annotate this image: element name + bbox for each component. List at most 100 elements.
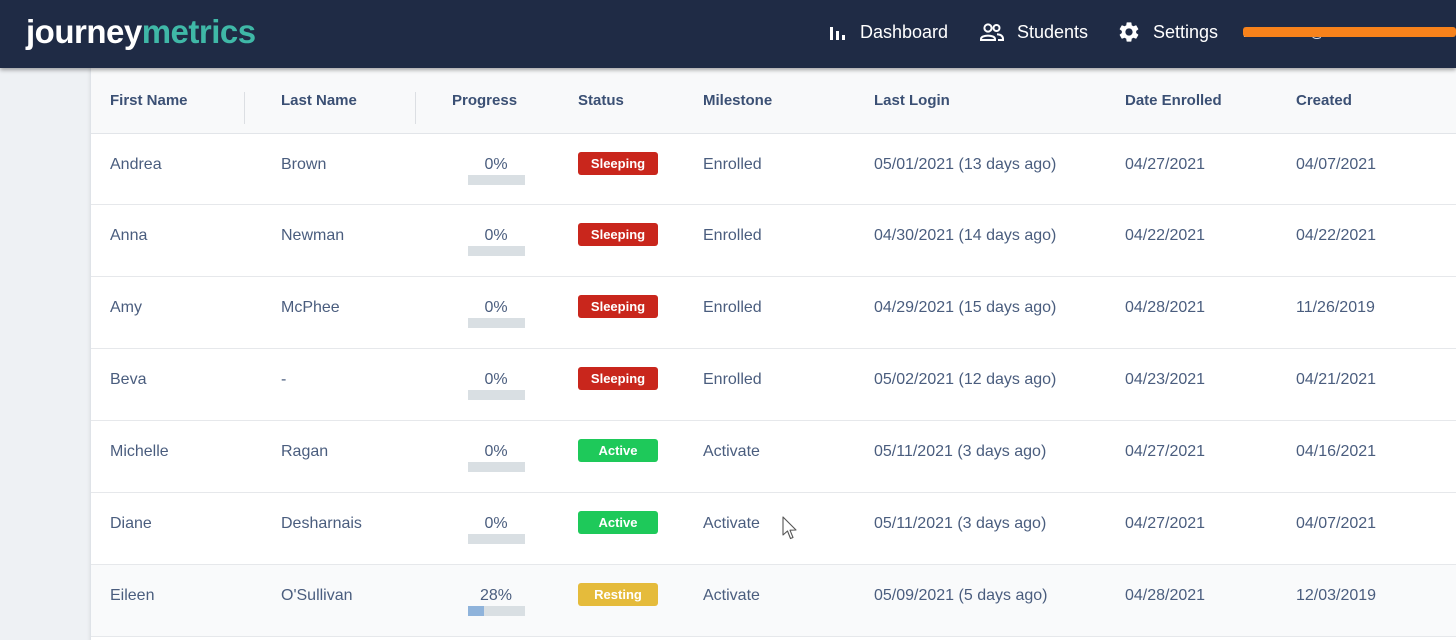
table-row[interactable]: Anna Newman 0% Sleeping Enrolled 04/30/2… [91, 205, 1456, 277]
user-account-menu[interactable]: PATRICIA @PATRICIA LOWE [1243, 24, 1456, 40]
journeymetrics-logo[interactable]: journeymetrics [26, 10, 256, 54]
cell-date-enrolled: 04/23/2021 [1125, 371, 1206, 388]
status-badge: Sleeping [578, 295, 658, 318]
cell-date-enrolled: 04/28/2021 [1125, 587, 1206, 604]
cell-date-enrolled: 04/22/2021 [1125, 227, 1206, 244]
column-resize-handle[interactable] [415, 92, 416, 124]
table-row[interactable]: Amy McPhee 0% Sleeping Enrolled 04/29/20… [91, 277, 1456, 349]
status-badge: Sleeping [578, 223, 658, 246]
progress-bar [468, 462, 525, 472]
nav-settings[interactable]: Settings [1117, 18, 1218, 46]
cell-created: 04/07/2021 [1296, 156, 1377, 173]
nav-dashboard[interactable]: Dashboard [826, 18, 948, 46]
cell-milestone: Activate [703, 515, 760, 532]
column-header-date-enrolled[interactable]: Date Enrolled [1125, 92, 1222, 109]
status-badge: Active [578, 511, 658, 534]
cell-milestone: Enrolled [703, 299, 762, 316]
cell-progress-text: 0% [484, 299, 508, 316]
cell-first-name: Andrea [110, 156, 162, 173]
cell-milestone: Enrolled [703, 156, 762, 173]
cell-milestone: Activate [703, 443, 760, 460]
cell-milestone: Activate [703, 587, 760, 604]
cell-date-enrolled: 04/28/2021 [1125, 299, 1206, 316]
column-header-progress[interactable]: Progress [452, 92, 517, 109]
cell-status: Resting [578, 583, 658, 606]
status-badge: Resting [578, 583, 658, 606]
cell-progress-text: 0% [484, 156, 508, 173]
cell-status: Sleeping [578, 223, 658, 246]
cell-first-name: Beva [110, 371, 147, 388]
column-header-first-name[interactable]: First Name [110, 92, 188, 109]
column-header-status[interactable]: Status [578, 92, 624, 109]
cell-created: 04/22/2021 [1296, 227, 1377, 244]
nav-settings-label: Settings [1153, 21, 1219, 42]
table-row[interactable]: Eileen O'Sullivan 28% Resting Activate 0… [91, 565, 1456, 637]
cell-milestone: Enrolled [703, 371, 762, 388]
cell-last-login: 05/11/2021 (3 days ago) [874, 443, 1047, 460]
cell-status: Active [578, 511, 658, 534]
cell-date-enrolled: 04/27/2021 [1125, 156, 1206, 173]
nav-students-label: Students [1017, 21, 1089, 42]
cell-last-name: McPhee [281, 299, 340, 316]
cell-created: 04/07/2021 [1296, 515, 1377, 532]
logo-text-metrics: metrics [141, 13, 256, 50]
table-header: First Name Last Name Progress Status Mil… [91, 68, 1456, 134]
cell-created: 04/16/2021 [1296, 443, 1377, 460]
redaction-bar [1243, 27, 1456, 37]
progress-bar [468, 246, 525, 256]
cell-progress-text: 0% [484, 371, 508, 388]
status-badge: Sleeping [578, 152, 658, 175]
cell-last-login: 05/01/2021 (13 days ago) [874, 156, 1057, 173]
cell-last-name: Brown [281, 156, 327, 173]
cell-last-login: 04/29/2021 (15 days ago) [874, 299, 1057, 316]
progress-bar [468, 318, 525, 328]
progress-bar [468, 390, 525, 400]
cell-last-login: 05/02/2021 (12 days ago) [874, 371, 1057, 388]
cell-milestone: Enrolled [703, 227, 762, 244]
cell-status: Sleeping [578, 367, 658, 390]
table-row[interactable]: Andrea Brown 0% Sleeping Enrolled 05/01/… [91, 134, 1456, 205]
cell-progress-text: 0% [484, 443, 508, 460]
people-icon [980, 23, 1004, 41]
nav-dashboard-label: Dashboard [860, 21, 949, 42]
cell-last-name: Ragan [281, 443, 329, 460]
students-table: First Name Last Name Progress Status Mil… [90, 68, 1456, 640]
top-navbar: journeymetrics Dashboard Students Settin… [0, 0, 1456, 68]
cell-last-login: 05/11/2021 (3 days ago) [874, 515, 1047, 532]
cell-created: 12/03/2019 [1296, 587, 1377, 604]
column-header-last-name[interactable]: Last Name [281, 92, 357, 109]
cell-status: Active [578, 439, 658, 462]
table-row[interactable]: Diane Desharnais 0% Active Activate 05/1… [91, 493, 1456, 565]
cell-first-name: Michelle [110, 443, 169, 460]
progress-bar [468, 606, 525, 616]
table-row[interactable]: Beva - 0% Sleeping Enrolled 05/02/2021 (… [91, 349, 1456, 421]
cell-last-login: 05/09/2021 (5 days ago) [874, 587, 1048, 604]
cell-date-enrolled: 04/27/2021 [1125, 443, 1206, 460]
bar-chart-icon [830, 27, 845, 40]
cell-first-name: Eileen [110, 587, 155, 604]
logo-text-journey: journey [26, 13, 142, 50]
cell-last-name: Desharnais [281, 515, 362, 532]
status-badge: Sleeping [578, 367, 658, 390]
cell-progress-text: 0% [484, 227, 508, 244]
cell-created: 11/26/2019 [1296, 299, 1375, 316]
gear-icon [1119, 22, 1139, 42]
cell-first-name: Diane [110, 515, 152, 532]
column-resize-handle[interactable] [244, 92, 245, 124]
table-row[interactable]: Michelle Ragan 0% Active Activate 05/11/… [91, 421, 1456, 493]
cell-first-name: Anna [110, 227, 148, 244]
column-header-created[interactable]: Created [1296, 92, 1352, 109]
nav-students[interactable]: Students [979, 18, 1088, 46]
column-header-last-login[interactable]: Last Login [874, 92, 950, 109]
column-header-milestone[interactable]: Milestone [703, 92, 772, 109]
mouse-cursor-icon [782, 516, 797, 540]
cell-created: 04/21/2021 [1296, 371, 1377, 388]
cell-progress-text: 0% [484, 515, 508, 532]
status-badge: Active [578, 439, 658, 462]
progress-bar-fill [468, 606, 484, 616]
cell-last-name: O'Sullivan [281, 587, 353, 604]
progress-bar [468, 534, 525, 544]
cell-date-enrolled: 04/27/2021 [1125, 515, 1206, 532]
cell-last-name: Newman [281, 227, 345, 244]
cell-last-login: 04/30/2021 (14 days ago) [874, 227, 1057, 244]
